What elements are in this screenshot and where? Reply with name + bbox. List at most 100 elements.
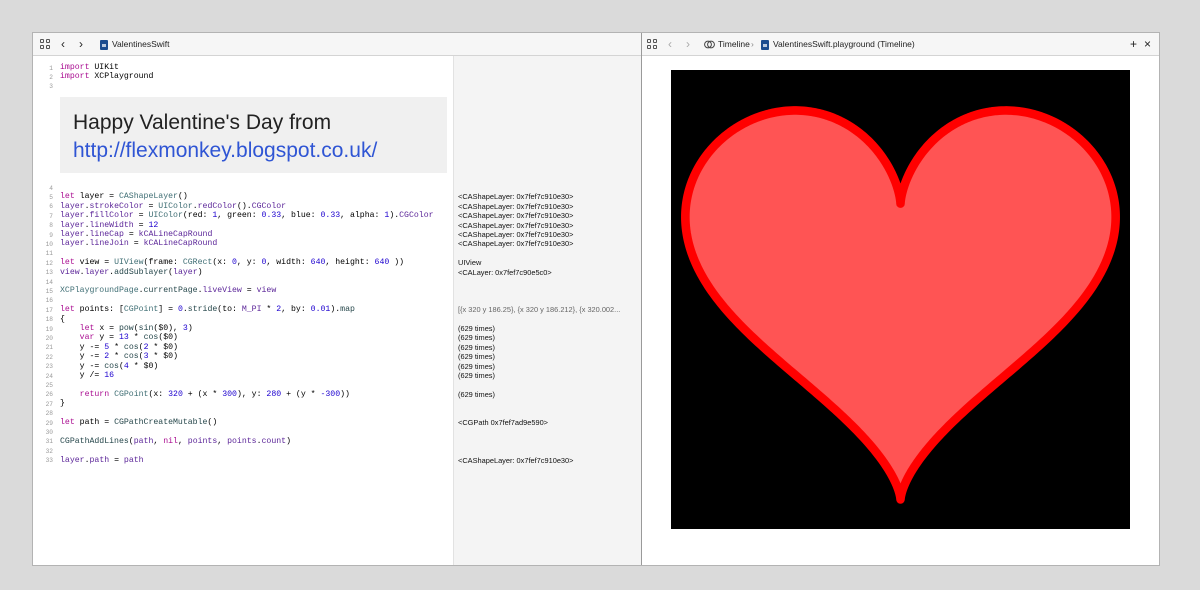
code-line[interactable]: let path = CGPathCreateMutable() [60,418,217,427]
editor-split-divider[interactable] [641,33,642,565]
code-line[interactable]: y /= 16 [60,371,114,380]
code-line[interactable]: return CGPoint(x: 320 + (x * 300), y: 28… [60,390,350,399]
close-editor-button[interactable]: × [1144,33,1151,56]
rendered-markup-block: Happy Valentine's Day from http://flexmo… [60,97,447,173]
line-number: 30 [45,428,53,436]
code-line[interactable]: } [60,399,65,408]
line-number: 8 [49,222,53,230]
line-number: 17 [45,306,53,314]
result-value[interactable]: <CGPath 0x7fef7ad9e590> [458,418,548,427]
result-value[interactable]: <CAShapeLayer: 0x7fef7c910e30> [458,192,573,201]
line-number: 9 [49,231,53,239]
code-line[interactable]: let view = UIView(frame: CGRect(x: 0, y:… [60,258,404,267]
related-items-grid-icon[interactable] [647,39,657,49]
code-line[interactable]: import XCPlayground [60,72,153,81]
code-line[interactable]: y -= 2 * cos(3 * $0) [60,352,178,361]
file-name-label[interactable]: ValentinesSwift [112,33,169,56]
back-chevron-icon[interactable]: ‹ [668,33,672,56]
timeline-label[interactable]: Timeline [718,33,750,56]
forward-chevron-icon[interactable]: › [79,33,83,56]
code-line[interactable]: var y = 13 * cos($0) [60,333,178,342]
result-value[interactable]: <CAShapeLayer: 0x7fef7c910e30> [458,202,573,211]
swift-file-icon [100,40,108,50]
timeline-file-label[interactable]: ValentinesSwift.playground (Timeline) [773,33,915,56]
back-chevron-icon[interactable]: ‹ [61,33,65,56]
forward-chevron-icon[interactable]: › [686,33,690,56]
line-number: 26 [45,391,53,399]
related-items-grid-icon[interactable] [40,39,50,49]
result-value[interactable]: (629 times) [458,333,495,342]
xcode-window: ‹ › ValentinesSwift ‹ › Timeline › Valen… [32,32,1160,566]
code-line[interactable]: layer.path = path [60,456,144,465]
result-value[interactable]: <CAShapeLayer: 0x7fef7c910e30> [458,456,573,465]
line-number: 2 [49,73,53,81]
code-line[interactable]: { [60,315,65,324]
line-number: 4 [49,184,53,192]
line-number: 5 [49,193,53,201]
line-number: 27 [45,400,53,408]
add-editor-button[interactable]: + [1130,33,1137,56]
result-value[interactable]: [{x 320 y 186.25}, {x 320 y 186.212}, {x… [458,305,620,314]
code-line[interactable]: let points: [CGPoint] = 0.stride(to: M_P… [60,305,355,314]
code-line[interactable]: layer.lineJoin = kCALineCapRound [60,239,217,248]
line-number: 28 [45,410,53,418]
code-line[interactable]: import UIKit [60,63,119,72]
line-number: 7 [49,212,53,220]
line-number: 1 [49,64,53,72]
line-number: 11 [45,250,53,258]
assistant-jump-bar: ‹ › Timeline › ValentinesSwift.playgroun… [642,33,1159,56]
result-value[interactable]: (629 times) [458,362,495,371]
result-value[interactable]: (629 times) [458,352,495,361]
code-line[interactable]: XCPlaygroundPage.currentPage.liveView = … [60,286,276,295]
line-number: 23 [45,363,53,371]
code-line[interactable]: CGPathAddLines(path, nil, points, points… [60,437,291,446]
line-number: 15 [45,287,53,295]
line-number: 32 [45,447,53,455]
line-number: 29 [45,419,53,427]
line-number: 25 [45,381,53,389]
playground-file-icon [761,40,769,50]
line-number: 3 [49,82,53,90]
code-line[interactable]: layer.fillColor = UIColor(red: 1, green:… [60,211,434,220]
heart-shape [681,106,1120,504]
line-number: 10 [45,240,53,248]
result-value[interactable]: <CALayer: 0x7fef7c90e5c0> [458,268,552,277]
line-number: 19 [45,325,53,333]
line-number: 18 [45,316,53,324]
code-line[interactable]: view.layer.addSublayer(layer) [60,268,203,277]
result-value[interactable]: <CAShapeLayer: 0x7fef7c910e30> [458,239,573,248]
line-number: 14 [45,278,53,286]
result-value[interactable]: (629 times) [458,390,495,399]
line-number: 24 [45,372,53,380]
line-number: 13 [45,269,53,277]
result-value[interactable]: UIView [458,258,481,267]
line-number: 20 [45,334,53,342]
markup-link[interactable]: http://flexmonkey.blogspot.co.uk/ [73,139,377,163]
line-number: 6 [49,203,53,211]
code-line[interactable]: layer.lineCap = kCALineCapRound [60,230,212,239]
timeline-icon [704,39,715,52]
line-number: 16 [45,297,53,305]
code-line[interactable]: layer.lineWidth = 12 [60,221,158,230]
breadcrumb-separator-icon: › [751,39,754,49]
code-line[interactable]: let layer = CAShapeLayer() [60,192,188,201]
code-line[interactable]: let x = pow(sin($0), 3) [60,324,193,333]
line-number: 21 [45,344,53,352]
code-line[interactable]: layer.strokeColor = UIColor.redColor().C… [60,202,286,211]
code-line[interactable]: y -= cos(4 * $0) [60,362,159,371]
heart-canvas [681,106,1120,504]
line-number: 31 [45,438,53,446]
markup-title: Happy Valentine's Day from [73,111,332,134]
line-number: 33 [45,457,53,465]
result-value[interactable]: <CAShapeLayer: 0x7fef7c910e30> [458,230,573,239]
result-value[interactable]: (629 times) [458,324,495,333]
result-value[interactable]: (629 times) [458,371,495,380]
result-value[interactable]: <CAShapeLayer: 0x7fef7c910e30> [458,211,573,220]
result-value[interactable]: (629 times) [458,343,495,352]
result-value[interactable]: <CAShapeLayer: 0x7fef7c910e30> [458,221,573,230]
editor-jump-bar: ‹ › ValentinesSwift [33,33,641,56]
line-number: 22 [45,353,53,361]
code-line[interactable]: y -= 5 * cos(2 * $0) [60,343,178,352]
line-number: 12 [45,259,53,267]
live-view [671,70,1130,529]
